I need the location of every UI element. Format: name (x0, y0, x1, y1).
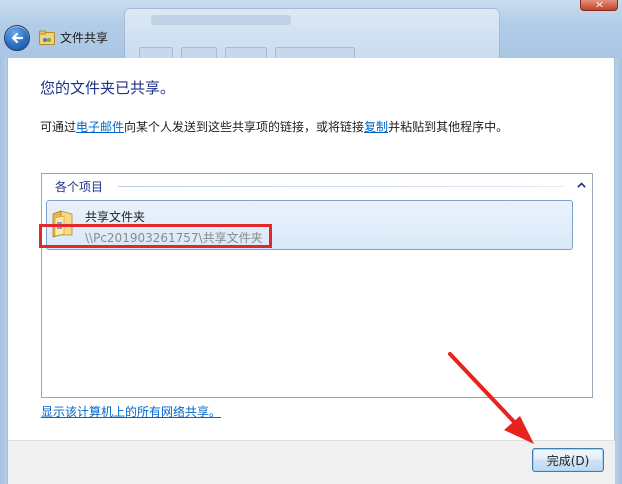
background-window-title (151, 15, 291, 25)
window-frame-left (0, 58, 7, 484)
background-window-tab (139, 47, 173, 58)
all-network-shares-link[interactable]: 显示该计算机上的所有网络共享。 (41, 403, 221, 420)
description-part: 可通过 (40, 120, 77, 134)
group-divider (118, 186, 564, 187)
back-button[interactable] (4, 25, 30, 51)
highlight-box (39, 224, 272, 248)
background-window-tab (275, 47, 355, 58)
window-frame-right (615, 58, 622, 484)
collapse-group-button[interactable] (574, 179, 588, 191)
background-window-tab (225, 47, 267, 58)
page-heading: 您的文件夹已共享。 (40, 79, 176, 97)
window-title: 文件共享 (60, 31, 109, 45)
button-bar (8, 440, 615, 484)
back-arrow-icon (11, 32, 24, 44)
shared-folder-icon (39, 30, 55, 45)
description-part: 向某个人发送到这些共享项的链接，或将链接 (124, 120, 365, 134)
done-button[interactable]: 完成(D) (532, 448, 604, 472)
shared-items-panel: 各个项目 共享文件夹 \\Pc201903261757\共享文件夹 (41, 173, 593, 398)
title-bar: 文件共享 (0, 0, 622, 58)
group-header: 各个项目 (42, 174, 592, 196)
close-icon[interactable] (580, 0, 618, 11)
background-window-tab (181, 47, 217, 58)
item-name: 共享文件夹 (85, 210, 146, 224)
description-part: 并粘贴到其他程序中。 (388, 120, 509, 134)
chevron-up-icon (576, 182, 586, 188)
background-window (124, 8, 500, 58)
email-link[interactable]: 电子邮件 (76, 120, 124, 134)
group-label: 各个项目 (55, 180, 104, 194)
copy-link[interactable]: 复制 (364, 120, 388, 134)
description-text: 可通过电子邮件向某个人发送到这些共享项的链接，或将链接复制并粘贴到其他程序中。 (40, 118, 508, 135)
